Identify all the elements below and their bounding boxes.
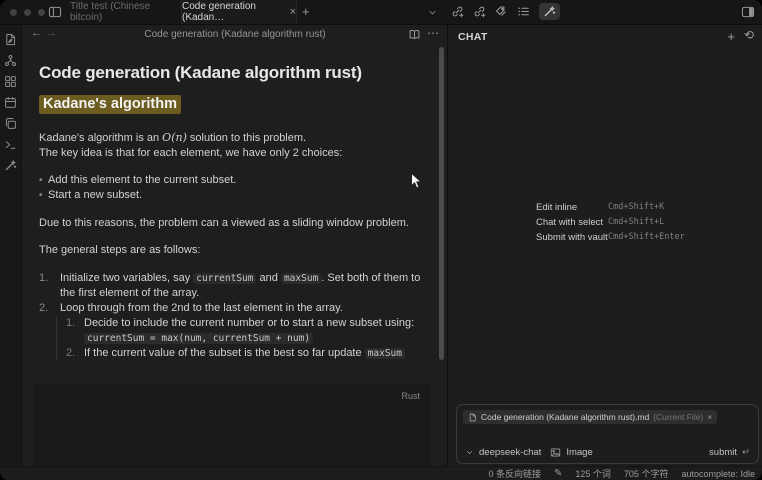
chat-input-box[interactable]: Code generation (Kadane algorithm rust).… (456, 404, 759, 464)
editor-scrollbar[interactable] (439, 47, 444, 360)
document-icon (468, 413, 477, 422)
list-item: •Add this element to the current subset. (39, 173, 421, 188)
submit-button[interactable]: submit (709, 447, 737, 458)
paragraph-sliding-window: Due to this reasons, the problem can a v… (39, 216, 421, 231)
document-h1: Code generation (Kadane algorithm rust) (39, 62, 421, 83)
paragraph-intro: Kadane's algorithm is an O(n) solution t… (39, 130, 421, 161)
paragraph-steps-intro: The general steps are as follows: (39, 243, 421, 258)
inline-code: currentSum (193, 273, 256, 284)
substeps-list: 1. Decide to include the current number … (56, 316, 421, 361)
step-2: 2. Loop through from the 2nd to the last… (39, 301, 421, 316)
new-tab-button[interactable]: + (302, 4, 310, 19)
inline-code: currentSum = max(num, currentSum + num) (84, 333, 313, 344)
code-block: Rust (33, 384, 430, 466)
left-sidebar-toggle-icon[interactable] (48, 5, 62, 19)
chat-panel-title: CHAT (458, 31, 488, 43)
tab-title-test[interactable]: Title test (Chinese bitcoin) (70, 0, 178, 24)
enter-key-icon: ↵ (742, 447, 750, 458)
editor-pane: ← → Code generation (Kadane algorithm ru… (23, 25, 447, 466)
image-button[interactable]: Image (566, 447, 592, 458)
copy-icon[interactable] (3, 116, 18, 131)
highlighted-heading: Kadane's algorithm (39, 95, 181, 114)
chip-current-file-tag: (Current File) (653, 412, 703, 422)
zoom-window-button[interactable] (38, 9, 45, 16)
tab-label: Code generation (Kadan… (182, 1, 284, 23)
context-file-chip[interactable]: Code generation (Kadane algorithm rust).… (463, 410, 717, 424)
list-item: •Start a new subset. (39, 188, 421, 203)
terminal-icon[interactable] (3, 137, 18, 152)
model-chevron-icon[interactable] (465, 448, 474, 457)
autocomplete-status: autocomplete: Idle (681, 469, 755, 479)
intro-line-1: Kadane's algorithm is an O(n) solution t… (39, 130, 421, 146)
insert-link-icon[interactable] (451, 5, 464, 18)
reading-mode-book-icon[interactable] (408, 28, 421, 41)
steps-list: 1. Initialize two variables, say current… (39, 271, 421, 361)
substep-2: 2. If the current value of the subset is… (66, 346, 421, 361)
chevron-down-icon[interactable] (427, 7, 438, 18)
document-h2: Kadane's algorithm (39, 95, 421, 114)
chip-close-icon[interactable]: × (707, 412, 712, 422)
model-selector[interactable]: deepseek-chat (479, 447, 541, 458)
titlebar: Title test (Chinese bitcoin) Code genera… (0, 0, 762, 25)
wand-icon[interactable] (539, 3, 560, 20)
chat-history-icon[interactable]: ⟲ (744, 28, 754, 42)
list-icon[interactable] (517, 5, 530, 18)
minimize-window-button[interactable] (24, 9, 31, 16)
chip-filename: Code generation (Kadane algorithm rust).… (481, 412, 649, 422)
char-count: 705 个字符 (624, 467, 669, 480)
tab-label: Title test (Chinese bitcoin) (70, 1, 178, 23)
code-language-label: Rust (401, 391, 420, 401)
more-options-icon[interactable]: ⋯ (427, 26, 439, 40)
window-controls (10, 9, 45, 16)
editor-toolbar (451, 3, 560, 20)
intro-line-2: The key idea is that for each element, w… (39, 146, 421, 161)
activity-bar (0, 25, 22, 466)
step-1: 1. Initialize two variables, say current… (39, 271, 421, 301)
math-on: O(n) (162, 131, 187, 144)
forward-arrow-icon[interactable]: → (46, 27, 57, 39)
tab-code-generation[interactable]: Code generation (Kadan… × (181, 0, 297, 24)
status-bar: 0 条反向链接 ✎ 125 个词 705 个字符 autocomplete: I… (0, 466, 762, 480)
graph-icon[interactable] (3, 53, 18, 68)
tab-close-icon[interactable]: × (290, 7, 296, 17)
choices-list: •Add this element to the current subset.… (39, 173, 421, 203)
note-icon[interactable] (3, 32, 18, 47)
inline-code: maxSum (365, 348, 405, 359)
wand-ribbon-icon[interactable] (3, 158, 18, 173)
new-chat-icon[interactable]: + (727, 29, 735, 44)
word-count: 125 个词 (575, 467, 611, 480)
chat-panel: CHAT + ⟲ Edit inline Cmd+Shift+K Chat wi… (447, 25, 762, 466)
note-title-breadcrumb: Code generation (Kadane algorithm rust) (83, 29, 387, 40)
right-sidebar-toggle-icon[interactable] (741, 5, 755, 19)
edit-pencil-icon[interactable]: ✎ (554, 468, 562, 479)
blocks-icon[interactable] (3, 74, 18, 89)
app-window: Title test (Chinese bitcoin) Code genera… (0, 0, 762, 480)
back-arrow-icon[interactable]: ← (31, 27, 42, 39)
inline-code: maxSum (281, 273, 321, 284)
chat-input-footer: deepseek-chat Image submit ↵ (465, 447, 750, 458)
editor-header: ← → Code generation (Kadane algorithm ru… (23, 25, 447, 46)
calendar-icon[interactable] (3, 95, 18, 110)
substep-1: 1. Decide to include the current number … (66, 316, 421, 346)
image-icon[interactable] (550, 447, 561, 458)
tags-icon[interactable] (495, 5, 508, 18)
backlinks-count[interactable]: 0 条反向链接 (488, 467, 541, 480)
close-window-button[interactable] (10, 9, 17, 16)
chat-shortcut-hints: Edit inline Cmd+Shift+K Chat with select… (536, 202, 685, 243)
add-link-icon[interactable] (473, 5, 486, 18)
